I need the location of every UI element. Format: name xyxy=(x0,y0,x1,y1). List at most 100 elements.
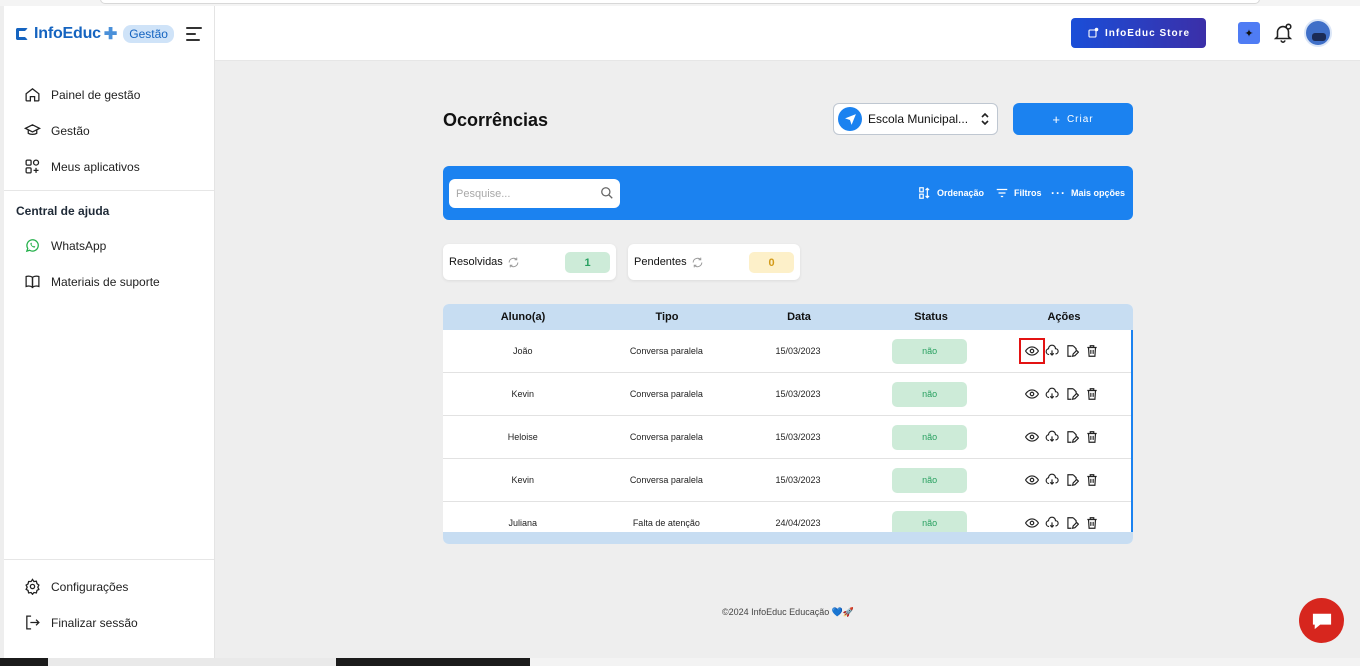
sidebar-item-label: Meus aplicativos xyxy=(51,159,140,174)
filters-button[interactable]: Filtros xyxy=(995,186,1042,200)
table-row[interactable]: Juliana Falta de atenção 24/04/2023 não xyxy=(443,502,1131,532)
download-icon[interactable] xyxy=(1045,430,1059,444)
sidebar-item-aplicativos[interactable]: Meus aplicativos xyxy=(24,158,140,175)
column-header[interactable]: Status xyxy=(867,311,995,323)
trash-icon[interactable] xyxy=(1085,430,1099,444)
sparkle-icon[interactable]: ✦ xyxy=(1238,22,1260,44)
stat-count-resolved: 1 xyxy=(565,252,610,273)
topbar: InfoEduc Store ✦ xyxy=(215,6,1360,61)
download-icon[interactable] xyxy=(1045,516,1059,530)
edit-icon[interactable] xyxy=(1065,387,1080,401)
create-button[interactable]: + Criar xyxy=(1013,103,1133,135)
plus-icon: ✚ xyxy=(103,26,118,43)
sort-button[interactable]: Ordenação xyxy=(918,186,984,200)
status-badge: não xyxy=(892,338,968,364)
table-footer xyxy=(443,532,1133,544)
filter-icon xyxy=(996,188,1008,198)
more-options-label: Mais opções xyxy=(1071,188,1126,198)
sidebar-divider xyxy=(4,190,214,191)
edit-icon[interactable] xyxy=(1065,344,1080,358)
trash-icon[interactable] xyxy=(1085,516,1099,530)
chat-icon xyxy=(1312,613,1331,629)
sidebar-item-label: Painel de gestão xyxy=(51,87,141,102)
cell-actions xyxy=(993,430,1131,444)
more-options-button[interactable]: ··· Mais opções xyxy=(1051,186,1125,200)
infoeduc-store-button[interactable]: InfoEduc Store xyxy=(1071,18,1206,48)
sidebar-item-label: WhatsApp xyxy=(51,238,107,253)
status-badge: não xyxy=(892,424,968,450)
chat-button[interactable] xyxy=(1299,598,1344,643)
table-body[interactable]: João Conversa paralela 15/03/2023 não Ke… xyxy=(443,330,1133,532)
page-title: Ocorrências xyxy=(443,110,549,130)
download-icon[interactable] xyxy=(1045,387,1059,401)
refresh-icon[interactable] xyxy=(691,256,704,269)
cell-aluno: João xyxy=(513,346,533,356)
cell-data: 15/03/2023 xyxy=(775,475,821,485)
cell-status: não xyxy=(866,338,994,364)
logo-mark-icon xyxy=(16,28,28,40)
cell-tipo: Conversa paralela xyxy=(629,389,703,399)
edit-icon[interactable] xyxy=(1065,516,1080,530)
cell-actions xyxy=(993,338,1131,364)
sidebar-item-whatsapp[interactable]: WhatsApp xyxy=(24,237,106,254)
refresh-icon[interactable] xyxy=(507,256,520,269)
sort-label: Ordenação xyxy=(937,188,985,198)
stat-card-resolved[interactable]: Resolvidas 1 xyxy=(443,244,616,280)
brand-logo[interactable]: InfoEduc ✚ Gestão xyxy=(16,24,174,44)
search-icon[interactable] xyxy=(600,186,614,200)
view-icon[interactable] xyxy=(1025,516,1040,530)
trash-icon[interactable] xyxy=(1085,473,1099,487)
bell-icon[interactable] xyxy=(1272,21,1294,45)
table-row[interactable]: Heloise Conversa paralela 15/03/2023 não xyxy=(443,416,1131,459)
cell-aluno: Heloise xyxy=(507,432,538,442)
sidebar-item-configuracoes[interactable]: Configurações xyxy=(24,578,128,595)
view-icon[interactable] xyxy=(1025,387,1040,401)
stat-label: Pendentes xyxy=(634,256,687,268)
column-header[interactable]: Tipo xyxy=(603,311,731,323)
sidebar-item-logout[interactable]: Finalizar sessão xyxy=(24,614,138,631)
taskbar-item[interactable] xyxy=(530,658,1360,666)
sidebar-item-painel[interactable]: Painel de gestão xyxy=(24,86,140,103)
download-icon[interactable] xyxy=(1045,344,1059,358)
sidebar: InfoEduc ✚ Gestão Painel de gestão Gestã… xyxy=(4,6,215,658)
column-header[interactable]: Data xyxy=(731,311,867,323)
sidebar-item-label: Finalizar sessão xyxy=(51,615,138,630)
cell-status: não xyxy=(866,381,994,407)
cell-data: 15/03/2023 xyxy=(775,346,821,356)
view-icon[interactable] xyxy=(1019,338,1046,364)
menu-toggle-icon[interactable] xyxy=(186,27,202,45)
cell-tipo: Falta de atenção xyxy=(632,518,700,528)
trash-icon[interactable] xyxy=(1085,344,1099,358)
view-icon[interactable] xyxy=(1025,430,1040,444)
trash-icon[interactable] xyxy=(1085,387,1099,401)
school-select[interactable]: Escola Municipal... xyxy=(833,103,998,135)
view-icon[interactable] xyxy=(1025,473,1040,487)
location-icon xyxy=(838,107,862,131)
stat-count-pending: 0 xyxy=(749,252,794,273)
stat-card-pending[interactable]: Pendentes 0 xyxy=(628,244,800,280)
edit-icon[interactable] xyxy=(1065,430,1080,444)
apps-icon xyxy=(25,159,40,174)
filter-bar: Ordenação Filtros ··· Mais opções xyxy=(443,166,1133,220)
sidebar-item-materiais[interactable]: Materiais de suporte xyxy=(24,273,160,290)
sidebar-item-gestao[interactable]: Gestão xyxy=(24,122,90,139)
help-section-title: Central de ajuda xyxy=(16,204,110,218)
download-icon[interactable] xyxy=(1045,473,1059,487)
table-row[interactable]: João Conversa paralela 15/03/2023 não xyxy=(443,330,1131,373)
table-row[interactable]: Kevin Conversa paralela 15/03/2023 não xyxy=(443,459,1131,502)
column-header[interactable]: Aluno(a) xyxy=(443,311,603,323)
edit-icon[interactable] xyxy=(1065,473,1080,487)
column-header: Ações xyxy=(1047,311,1081,323)
sidebar-item-label: Materiais de suporte xyxy=(51,274,160,289)
table-row[interactable]: Kevin Conversa paralela 15/03/2023 não xyxy=(443,373,1131,416)
address-bar[interactable] xyxy=(100,0,1260,4)
taskbar-item[interactable] xyxy=(48,658,336,666)
avatar[interactable] xyxy=(1304,19,1332,47)
plus-icon: + xyxy=(1052,111,1061,127)
more-dots-icon: ··· xyxy=(1051,186,1066,200)
status-badge: não xyxy=(892,381,968,407)
search-input[interactable] xyxy=(449,179,620,208)
store-icon xyxy=(1088,27,1099,38)
cell-status: não xyxy=(866,467,994,493)
cell-actions xyxy=(993,387,1131,401)
